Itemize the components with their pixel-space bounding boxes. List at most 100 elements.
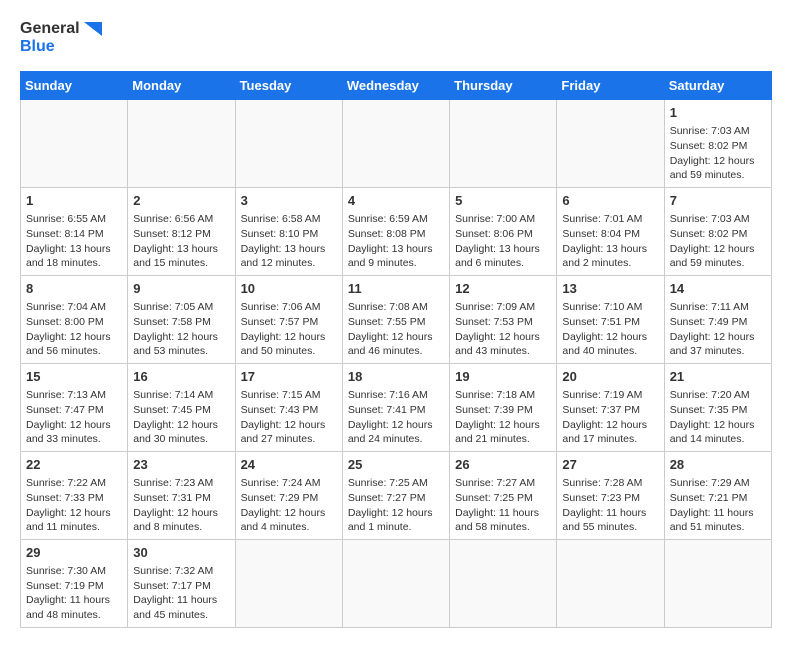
calendar-day-cell: 16 Sunrise: 7:14 AMSunset: 7:45 PMDayligh… bbox=[128, 364, 235, 452]
day-number: 1 bbox=[26, 192, 122, 210]
day-detail: Sunrise: 7:28 AMSunset: 7:23 PMDaylight:… bbox=[562, 476, 658, 535]
calendar-day-cell: 2 Sunrise: 6:56 AMSunset: 8:12 PMDaylight… bbox=[128, 188, 235, 276]
calendar-day-cell: 5 Sunrise: 7:00 AMSunset: 8:06 PMDaylight… bbox=[450, 188, 557, 276]
calendar-day-cell bbox=[235, 100, 342, 188]
day-number: 21 bbox=[670, 368, 766, 386]
day-number: 10 bbox=[241, 280, 337, 298]
day-detail: Sunrise: 6:58 AMSunset: 8:10 PMDaylight:… bbox=[241, 212, 337, 271]
calendar-day-cell: 4Sunrise: 6:59 AMSunset: 8:08 PMDaylight… bbox=[342, 188, 449, 276]
calendar-day-cell: 9 Sunrise: 7:05 AMSunset: 7:58 PMDaylight… bbox=[128, 276, 235, 364]
logo-general: General bbox=[20, 20, 102, 38]
day-number: 27 bbox=[562, 456, 658, 474]
day-number: 15 bbox=[26, 368, 122, 386]
calendar-day-cell bbox=[342, 100, 449, 188]
day-number: 28 bbox=[670, 456, 766, 474]
day-number: 24 bbox=[241, 456, 337, 474]
day-detail: Sunrise: 7:03 AMSunset: 8:02 PMDaylight:… bbox=[670, 212, 766, 271]
day-detail: Sunrise: 7:11 AMSunset: 7:49 PMDaylight:… bbox=[670, 300, 766, 359]
day-detail: Sunrise: 7:19 AMSunset: 7:37 PMDaylight:… bbox=[562, 388, 658, 447]
calendar-day-cell bbox=[450, 100, 557, 188]
calendar-day-cell: 27 Sunrise: 7:28 AMSunset: 7:23 PMDayligh… bbox=[557, 451, 664, 539]
calendar-day-cell: 24 Sunrise: 7:24 AMSunset: 7:29 PMDayligh… bbox=[235, 451, 342, 539]
calendar-day-cell bbox=[342, 539, 449, 627]
day-detail: Sunrise: 7:18 AMSunset: 7:39 PMDaylight:… bbox=[455, 388, 551, 447]
day-of-week-header: Thursday bbox=[450, 72, 557, 100]
day-detail: Sunrise: 7:04 AMSunset: 8:00 PMDaylight:… bbox=[26, 300, 122, 359]
calendar-day-cell: 25 Sunrise: 7:25 AMSunset: 7:27 PMDayligh… bbox=[342, 451, 449, 539]
day-of-week-header: Sunday bbox=[21, 72, 128, 100]
day-detail: Sunrise: 7:13 AMSunset: 7:47 PMDaylight:… bbox=[26, 388, 122, 447]
calendar-week-row: 15 Sunrise: 7:13 AMSunset: 7:47 PMDayligh… bbox=[21, 364, 772, 452]
day-number: 20 bbox=[562, 368, 658, 386]
day-of-week-header: Wednesday bbox=[342, 72, 449, 100]
day-detail: Sunrise: 7:03 AMSunset: 8:02 PMDaylight:… bbox=[670, 124, 766, 183]
day-number: 1 bbox=[670, 104, 766, 122]
calendar-day-cell: 1 Sunrise: 7:03 AMSunset: 8:02 PMDaylight… bbox=[664, 100, 771, 188]
calendar-day-cell: 19 Sunrise: 7:18 AMSunset: 7:39 PMDayligh… bbox=[450, 364, 557, 452]
day-number: 4 bbox=[348, 192, 444, 210]
calendar-day-cell: 6Sunrise: 7:01 AMSunset: 8:04 PMDaylight… bbox=[557, 188, 664, 276]
day-detail: Sunrise: 7:24 AMSunset: 7:29 PMDaylight:… bbox=[241, 476, 337, 535]
calendar-day-cell: 30 Sunrise: 7:32 AMSunset: 7:17 PMDayligh… bbox=[128, 539, 235, 627]
day-detail: Sunrise: 7:30 AMSunset: 7:19 PMDaylight:… bbox=[26, 564, 122, 623]
day-of-week-header: Saturday bbox=[664, 72, 771, 100]
calendar-week-row: 29 Sunrise: 7:30 AMSunset: 7:19 PMDayligh… bbox=[21, 539, 772, 627]
day-detail: Sunrise: 7:16 AMSunset: 7:41 PMDaylight:… bbox=[348, 388, 444, 447]
calendar-day-cell bbox=[450, 539, 557, 627]
day-number: 7 bbox=[670, 192, 766, 210]
day-number: 18 bbox=[348, 368, 444, 386]
day-number: 25 bbox=[348, 456, 444, 474]
calendar-week-row: 1 Sunrise: 6:55 AMSunset: 8:14 PMDaylight… bbox=[21, 188, 772, 276]
logo-text: General Blue bbox=[20, 20, 102, 55]
day-number: 12 bbox=[455, 280, 551, 298]
day-of-week-header: Friday bbox=[557, 72, 664, 100]
day-number: 9 bbox=[133, 280, 229, 298]
page-header: General Blue bbox=[20, 20, 772, 55]
day-detail: Sunrise: 7:09 AMSunset: 7:53 PMDaylight:… bbox=[455, 300, 551, 359]
day-detail: Sunrise: 6:55 AMSunset: 8:14 PMDaylight:… bbox=[26, 212, 122, 271]
calendar-day-cell: 14Sunrise: 7:11 AMSunset: 7:49 PMDayligh… bbox=[664, 276, 771, 364]
day-detail: Sunrise: 7:01 AMSunset: 8:04 PMDaylight:… bbox=[562, 212, 658, 271]
calendar-day-cell: 1 Sunrise: 6:55 AMSunset: 8:14 PMDaylight… bbox=[21, 188, 128, 276]
calendar-day-cell: 11 Sunrise: 7:08 AMSunset: 7:55 PMDayligh… bbox=[342, 276, 449, 364]
day-number: 16 bbox=[133, 368, 229, 386]
day-number: 17 bbox=[241, 368, 337, 386]
calendar-day-cell bbox=[235, 539, 342, 627]
calendar-day-cell bbox=[664, 539, 771, 627]
day-number: 11 bbox=[348, 280, 444, 298]
day-detail: Sunrise: 7:00 AMSunset: 8:06 PMDaylight:… bbox=[455, 212, 551, 271]
day-detail: Sunrise: 7:05 AMSunset: 7:58 PMDaylight:… bbox=[133, 300, 229, 359]
calendar-day-cell: 20 Sunrise: 7:19 AMSunset: 7:37 PMDayligh… bbox=[557, 364, 664, 452]
day-detail: Sunrise: 7:08 AMSunset: 7:55 PMDaylight:… bbox=[348, 300, 444, 359]
day-detail: Sunrise: 7:06 AMSunset: 7:57 PMDaylight:… bbox=[241, 300, 337, 359]
day-detail: Sunrise: 7:10 AMSunset: 7:51 PMDaylight:… bbox=[562, 300, 658, 359]
day-number: 5 bbox=[455, 192, 551, 210]
day-detail: Sunrise: 7:25 AMSunset: 7:27 PMDaylight:… bbox=[348, 476, 444, 535]
day-detail: Sunrise: 7:23 AMSunset: 7:31 PMDaylight:… bbox=[133, 476, 229, 535]
day-number: 8 bbox=[26, 280, 122, 298]
calendar-day-cell: 8 Sunrise: 7:04 AMSunset: 8:00 PMDaylight… bbox=[21, 276, 128, 364]
day-number: 3 bbox=[241, 192, 337, 210]
day-detail: Sunrise: 6:56 AMSunset: 8:12 PMDaylight:… bbox=[133, 212, 229, 271]
calendar-week-row: 1 Sunrise: 7:03 AMSunset: 8:02 PMDaylight… bbox=[21, 100, 772, 188]
calendar-day-cell: 23Sunrise: 7:23 AMSunset: 7:31 PMDayligh… bbox=[128, 451, 235, 539]
day-number: 19 bbox=[455, 368, 551, 386]
day-detail: Sunrise: 7:27 AMSunset: 7:25 PMDaylight:… bbox=[455, 476, 551, 535]
calendar-week-row: 22 Sunrise: 7:22 AMSunset: 7:33 PMDayligh… bbox=[21, 451, 772, 539]
day-number: 2 bbox=[133, 192, 229, 210]
calendar-day-cell bbox=[557, 539, 664, 627]
calendar-day-cell: 3 Sunrise: 6:58 AMSunset: 8:10 PMDaylight… bbox=[235, 188, 342, 276]
calendar-day-cell: 15 Sunrise: 7:13 AMSunset: 7:47 PMDayligh… bbox=[21, 364, 128, 452]
calendar-day-cell: 12 Sunrise: 7:09 AMSunset: 7:53 PMDayligh… bbox=[450, 276, 557, 364]
calendar-week-row: 8 Sunrise: 7:04 AMSunset: 8:00 PMDaylight… bbox=[21, 276, 772, 364]
day-detail: Sunrise: 7:22 AMSunset: 7:33 PMDaylight:… bbox=[26, 476, 122, 535]
calendar-table: SundayMondayTuesdayWednesdayThursdayFrid… bbox=[20, 71, 772, 628]
day-detail: Sunrise: 7:32 AMSunset: 7:17 PMDaylight:… bbox=[133, 564, 229, 623]
day-detail: Sunrise: 7:14 AMSunset: 7:45 PMDaylight:… bbox=[133, 388, 229, 447]
calendar-day-cell bbox=[21, 100, 128, 188]
day-number: 30 bbox=[133, 544, 229, 562]
day-number: 29 bbox=[26, 544, 122, 562]
calendar-day-cell: 26Sunrise: 7:27 AMSunset: 7:25 PMDayligh… bbox=[450, 451, 557, 539]
calendar-day-cell: 22 Sunrise: 7:22 AMSunset: 7:33 PMDayligh… bbox=[21, 451, 128, 539]
day-number: 22 bbox=[26, 456, 122, 474]
